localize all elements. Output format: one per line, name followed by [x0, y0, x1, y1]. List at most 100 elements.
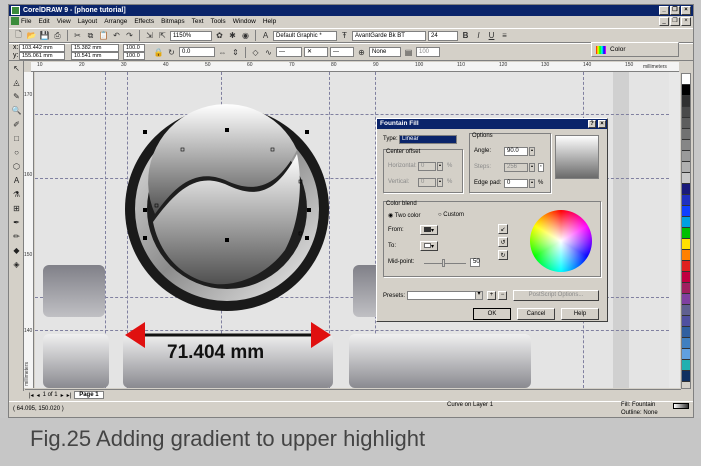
horizontal-field[interactable]: 0: [418, 162, 436, 171]
from-color-picker[interactable]: ▾: [420, 225, 438, 235]
ellipse-tool-icon[interactable]: ○: [10, 146, 23, 159]
palette-swatch[interactable]: [682, 349, 690, 360]
menu-file[interactable]: File: [21, 18, 31, 25]
zoom-select[interactable]: 1150%: [170, 30, 212, 41]
color-wheel[interactable]: [530, 210, 592, 272]
text-tool-icon[interactable]: A: [10, 174, 23, 187]
palette-swatch[interactable]: [682, 360, 690, 371]
menu-window[interactable]: Window: [233, 18, 256, 25]
underline-button[interactable]: U: [486, 30, 497, 41]
help-icon[interactable]: ?: [588, 120, 596, 128]
italic-button[interactable]: I: [473, 30, 484, 41]
blend-tool-icon[interactable]: ⊞: [10, 202, 23, 215]
direct-path-icon[interactable]: ↙: [498, 224, 508, 234]
palette-swatch[interactable]: [682, 74, 690, 85]
outline-width-select[interactable]: None: [369, 47, 401, 57]
presets-dropdown-icon[interactable]: ▾: [475, 291, 483, 300]
bold-button[interactable]: B: [460, 30, 471, 41]
add-preset-button[interactable]: +: [487, 291, 496, 300]
palette-swatch[interactable]: [682, 151, 690, 162]
doc-minimize-button[interactable]: _: [659, 17, 669, 26]
menu-edit[interactable]: Edit: [38, 18, 49, 25]
next-page-icon[interactable]: ▸: [61, 392, 64, 399]
steps-lock-icon[interactable]: ▪: [538, 163, 544, 172]
freehand-tool-icon[interactable]: ✐: [10, 118, 23, 131]
paste-icon[interactable]: 📋: [98, 30, 109, 41]
palette-swatch[interactable]: [682, 107, 690, 118]
postscript-options-button[interactable]: PostScript Options...: [513, 290, 599, 301]
shape-tool-icon[interactable]: ◬: [10, 76, 23, 89]
palette-swatch[interactable]: [682, 272, 690, 283]
eyedropper-tool-icon[interactable]: ✒: [10, 216, 23, 229]
palette-swatch[interactable]: [682, 206, 690, 217]
vertical-field[interactable]: 0: [418, 178, 436, 187]
palette-swatch[interactable]: [682, 118, 690, 129]
mirror-v-icon[interactable]: ⇕: [230, 47, 241, 58]
palette-swatch[interactable]: [682, 162, 690, 173]
midpoint-slider[interactable]: [424, 263, 466, 264]
page-tab[interactable]: Page 1: [74, 391, 104, 399]
steps-spinner[interactable]: ▴: [529, 163, 535, 172]
midpoint-field[interactable]: 50: [470, 258, 480, 267]
remove-preset-button[interactable]: −: [498, 291, 507, 300]
corel-icon[interactable]: ✿: [214, 30, 225, 41]
angle-field[interactable]: 90.0: [504, 147, 528, 156]
edge-pad-spinner[interactable]: ▴: [529, 179, 535, 188]
palette-swatch[interactable]: [682, 239, 690, 250]
palette-swatch[interactable]: [682, 294, 690, 305]
redo-icon[interactable]: ↷: [124, 30, 135, 41]
menu-text[interactable]: Text: [192, 18, 204, 25]
presets-select[interactable]: [407, 291, 481, 300]
palette-swatch[interactable]: [682, 283, 690, 294]
menu-tools[interactable]: Tools: [211, 18, 226, 25]
steps-field[interactable]: 256: [504, 163, 528, 172]
height-field[interactable]: 10.541 mm: [71, 52, 119, 60]
menu-arrange[interactable]: Arrange: [104, 18, 127, 25]
last-page-icon[interactable]: ▸|: [67, 392, 72, 399]
palette-swatch[interactable]: [682, 250, 690, 261]
font-size-select[interactable]: 24: [428, 30, 458, 41]
print-icon[interactable]: ⎙: [52, 30, 63, 41]
style-select[interactable]: Default Graphic *: [273, 30, 337, 41]
palette-swatch[interactable]: [682, 140, 690, 151]
two-color-radio[interactable]: ◉ Two color: [388, 212, 420, 219]
node-icon[interactable]: ◇: [250, 47, 261, 58]
menu-help[interactable]: Help: [263, 18, 276, 25]
rectangle-tool-icon[interactable]: □: [10, 132, 23, 145]
palette-swatch[interactable]: [682, 85, 690, 96]
open-icon[interactable]: 📂: [26, 30, 37, 41]
arrow-end-select[interactable]: —: [330, 47, 354, 57]
ccw-path-icon[interactable]: ↺: [498, 237, 508, 247]
fill-tool-icon[interactable]: ◆: [10, 244, 23, 257]
wrap-icon[interactable]: ▤: [403, 47, 414, 58]
mirror-h-icon[interactable]: ⇔: [217, 47, 228, 58]
outline-tool-icon[interactable]: ✏: [10, 230, 23, 243]
lock-ratio-icon[interactable]: 🔒: [153, 47, 164, 58]
palette-swatch[interactable]: [682, 338, 690, 349]
palette-swatch[interactable]: [682, 327, 690, 338]
menu-view[interactable]: View: [57, 18, 71, 25]
arrow-start-select[interactable]: ✕: [304, 47, 328, 57]
help-button[interactable]: Help: [561, 308, 599, 320]
y-position-field[interactable]: 155.061 mm: [19, 52, 65, 60]
x-position-field[interactable]: 103.442 mm: [19, 44, 65, 52]
cut-icon[interactable]: ✂: [72, 30, 83, 41]
vertical-spinner[interactable]: ▴: [437, 178, 443, 187]
palette-swatch[interactable]: [682, 228, 690, 239]
menu-effects[interactable]: Effects: [134, 18, 154, 25]
midpoint-thumb[interactable]: [442, 259, 445, 267]
opacity-field[interactable]: 100: [416, 47, 440, 57]
font-select[interactable]: AvantGarde Bk BT: [352, 30, 426, 41]
menu-layout[interactable]: Layout: [78, 18, 98, 25]
palette-swatch[interactable]: [682, 129, 690, 140]
menu-bitmaps[interactable]: Bitmaps: [161, 18, 184, 25]
interactive-fill-icon[interactable]: ◈: [10, 258, 23, 271]
angle-spinner[interactable]: ▴: [529, 147, 535, 156]
scale-y-field[interactable]: 100.0: [123, 52, 145, 60]
palette-swatch[interactable]: [682, 217, 690, 228]
scrapbook-icon[interactable]: ✱: [227, 30, 238, 41]
angle-field[interactable]: 0.0: [179, 47, 215, 57]
palette-swatch[interactable]: [682, 261, 690, 272]
import-icon[interactable]: ⇲: [144, 30, 155, 41]
cw-path-icon[interactable]: ↻: [498, 250, 508, 260]
